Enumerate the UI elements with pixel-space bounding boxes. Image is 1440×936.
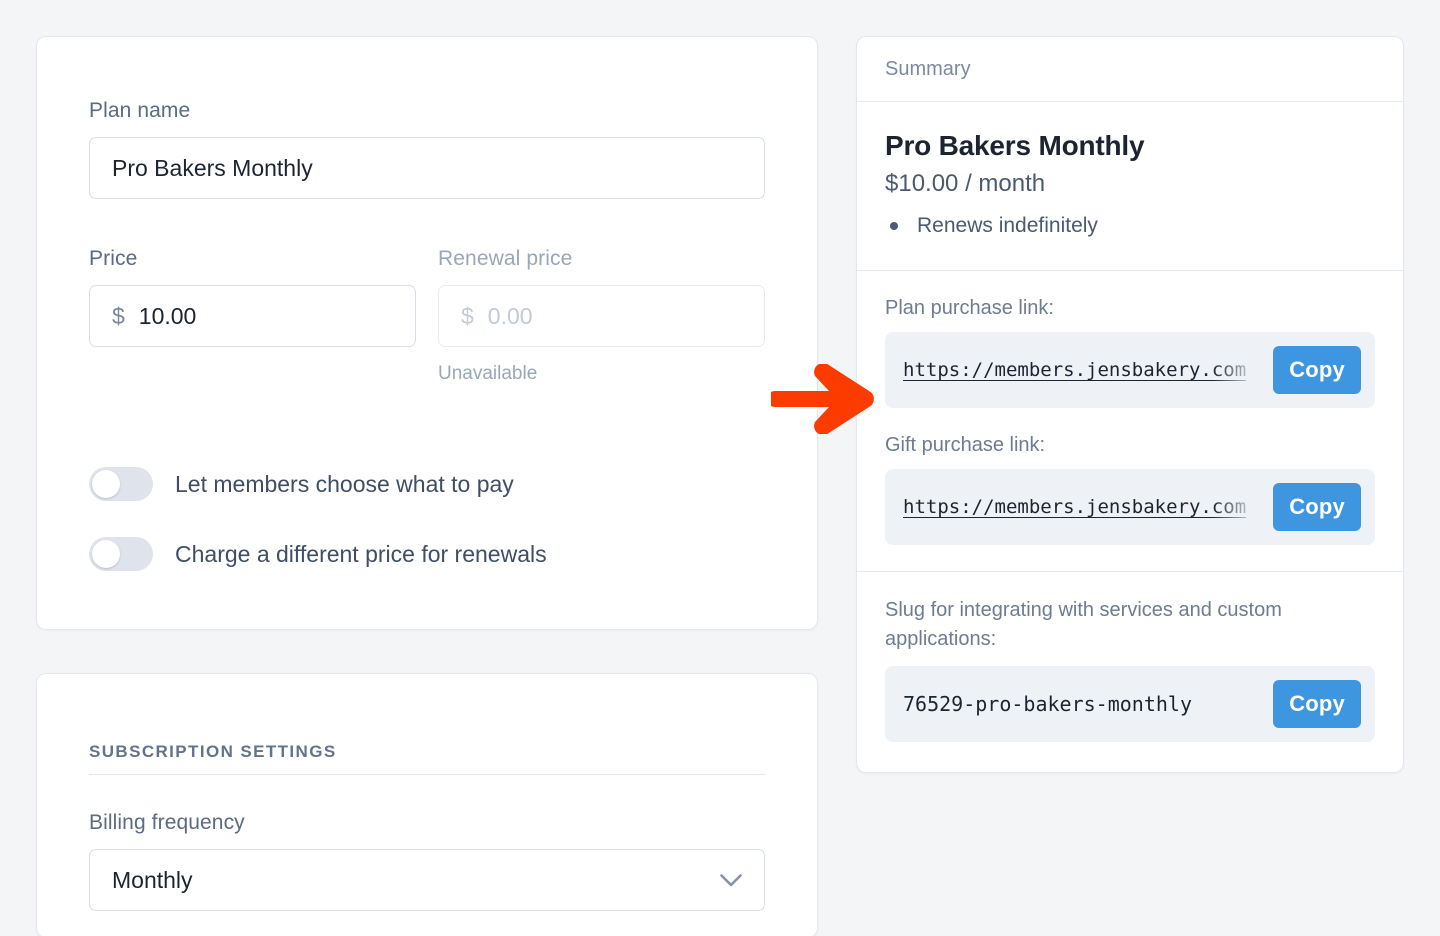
- renewal-price-helper-text: Unavailable: [438, 363, 765, 385]
- toggle-label: Let members choose what to pay: [175, 471, 514, 498]
- plan-details-card: Plan name Pro Bakers Monthly Price $ 10.…: [36, 36, 818, 630]
- copy-slug-button[interactable]: Copy: [1273, 680, 1361, 728]
- subscription-settings-heading: SUBSCRIPTION SETTINGS: [89, 674, 765, 762]
- summary-bullet-item: Renews indefinitely: [885, 214, 1375, 238]
- slug-block: Slug for integrating with services and c…: [857, 572, 1403, 772]
- slug-label: Slug for integrating with services and c…: [885, 596, 1375, 654]
- price-row: Price $ 10.00 Renewal price $ 0.00 Unava…: [89, 247, 765, 385]
- plan-name-label: Plan name: [89, 99, 765, 123]
- billing-frequency-label: Billing frequency: [89, 811, 765, 835]
- toggle-row-let-members-choose-pay[interactable]: Let members choose what to pay: [89, 467, 765, 501]
- price-field-group: Price $ 10.00: [89, 247, 416, 385]
- gift-purchase-link-group: Gift purchase link: https://members.jens…: [885, 434, 1375, 545]
- toggle-label: Charge a different price for renewals: [175, 541, 547, 568]
- renewal-price-placeholder: 0.00: [488, 303, 533, 330]
- price-value: 10.00: [139, 303, 197, 330]
- subscription-settings-card: SUBSCRIPTION SETTINGS Billing frequency …: [36, 673, 818, 936]
- toggle-let-members-choose-pay[interactable]: [89, 467, 153, 501]
- plan-name-value: Pro Bakers Monthly: [112, 155, 313, 182]
- toggle-knob: [92, 470, 120, 498]
- renewal-price-field-group: Renewal price $ 0.00 Unavailable: [438, 247, 765, 385]
- plan-purchase-link-group: Plan purchase link: https://members.jens…: [885, 297, 1375, 408]
- currency-symbol: $: [112, 303, 125, 330]
- section-divider: [89, 774, 765, 775]
- bullet-dot-icon: [890, 222, 898, 230]
- plan-purchase-link-value[interactable]: https://members.jensbakery.com: [903, 359, 1263, 381]
- toggle-knob: [92, 540, 120, 568]
- plan-summary-block: Pro Bakers Monthly $10.00 / month Renews…: [857, 102, 1403, 270]
- summary-panel: Summary Pro Bakers Monthly $10.00 / mont…: [856, 36, 1404, 773]
- toggle-row-charge-different-renewal-price[interactable]: Charge a different price for renewals: [89, 537, 765, 571]
- purchase-links-block: Plan purchase link: https://members.jens…: [857, 271, 1403, 571]
- slug-field[interactable]: 76529-pro-bakers-monthly Copy: [885, 666, 1375, 742]
- price-input[interactable]: $ 10.00: [89, 285, 416, 347]
- summary-bullet-text: Renews indefinitely: [917, 214, 1098, 238]
- summary-header-title: Summary: [885, 58, 971, 81]
- summary-plan-name: Pro Bakers Monthly: [885, 130, 1375, 162]
- gift-purchase-link-value[interactable]: https://members.jensbakery.com: [903, 496, 1263, 518]
- plan-purchase-link-label: Plan purchase link:: [885, 297, 1375, 320]
- slug-value: 76529-pro-bakers-monthly: [903, 692, 1263, 716]
- billing-frequency-select[interactable]: Monthly: [89, 849, 765, 911]
- price-label: Price: [89, 247, 416, 271]
- currency-symbol: $: [461, 303, 474, 330]
- chevron-down-icon: [720, 874, 742, 887]
- plan-name-input[interactable]: Pro Bakers Monthly: [89, 137, 765, 199]
- summary-header: Summary: [857, 37, 1403, 101]
- billing-frequency-value: Monthly: [112, 867, 193, 894]
- copy-gift-purchase-link-button[interactable]: Copy: [1273, 483, 1361, 531]
- renewal-price-input: $ 0.00: [438, 285, 765, 347]
- summary-plan-price: $10.00 / month: [885, 170, 1375, 198]
- toggle-charge-different-renewal-price[interactable]: [89, 537, 153, 571]
- plan-purchase-link-field[interactable]: https://members.jensbakery.com Copy: [885, 332, 1375, 408]
- renewal-price-label: Renewal price: [438, 247, 765, 271]
- plan-name-field-group: Plan name Pro Bakers Monthly: [89, 37, 765, 199]
- gift-purchase-link-field[interactable]: https://members.jensbakery.com Copy: [885, 469, 1375, 545]
- gift-purchase-link-label: Gift purchase link:: [885, 434, 1375, 457]
- form-column: Plan name Pro Bakers Monthly Price $ 10.…: [36, 36, 818, 936]
- copy-plan-purchase-link-button[interactable]: Copy: [1273, 346, 1361, 394]
